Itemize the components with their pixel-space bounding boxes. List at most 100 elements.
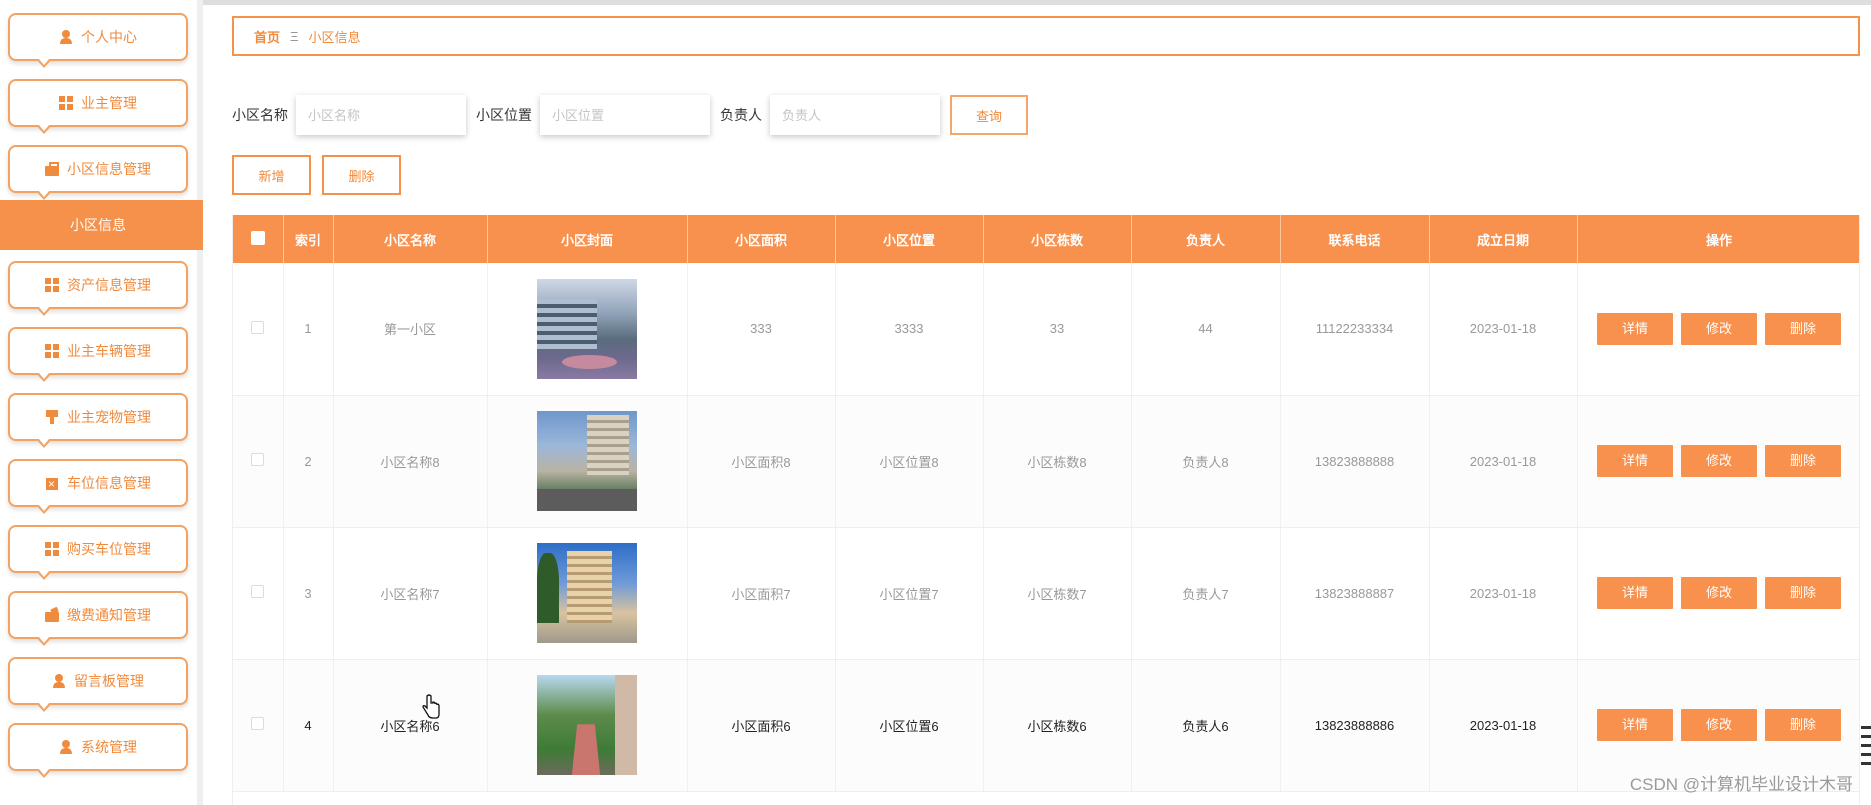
row-select-cell[interactable] bbox=[233, 263, 284, 396]
sidebar: 个人中心 业主管理 小区信息管理 小区信息 资产信息管理 业主车辆管理 业主宠物… bbox=[0, 0, 203, 805]
community-cover-image bbox=[537, 278, 637, 379]
select-all-cell[interactable] bbox=[233, 215, 284, 263]
cell-area: 333 bbox=[687, 263, 836, 396]
cell-index: 3 bbox=[283, 527, 334, 660]
community-name-input[interactable] bbox=[296, 95, 466, 135]
header-cover: 小区封面 bbox=[487, 215, 688, 263]
action-bar: 新增 删除 bbox=[232, 155, 412, 195]
table-row: 1 第一小区 333 3333 33 44 11122233334 2023-0… bbox=[233, 263, 1859, 396]
row-select-cell[interactable] bbox=[233, 395, 284, 528]
header-name: 小区名称 bbox=[333, 215, 488, 263]
community-cover-image bbox=[537, 411, 637, 511]
header-operations: 操作 bbox=[1577, 215, 1859, 263]
cell-buildings: 小区栋数6 bbox=[983, 659, 1132, 792]
cell-location: 3333 bbox=[835, 263, 984, 396]
cell-phone: 13823888888 bbox=[1280, 395, 1430, 528]
header-area: 小区面积 bbox=[687, 215, 836, 263]
delete-button[interactable]: 删除 bbox=[1765, 577, 1841, 609]
manager-input[interactable] bbox=[770, 95, 940, 135]
sidebar-item-label: 系统管理 bbox=[81, 739, 137, 755]
sidebar-item-label: 缴费通知管理 bbox=[67, 607, 151, 623]
search-bar: 小区名称 小区位置 负责人 查询 bbox=[232, 95, 1028, 135]
grid-icon bbox=[45, 278, 59, 292]
detail-button[interactable]: 详情 bbox=[1597, 445, 1673, 477]
edit-button[interactable]: 修改 bbox=[1681, 445, 1757, 477]
row-checkbox[interactable] bbox=[251, 453, 265, 466]
cell-index: 1 bbox=[283, 263, 334, 396]
breadcrumb-separator-icon: Ξ bbox=[290, 28, 299, 44]
hand-cursor-icon bbox=[422, 694, 440, 719]
sidebar-item-parking-info[interactable]: 车位信息管理 bbox=[8, 459, 188, 514]
batch-delete-button[interactable]: 删除 bbox=[322, 155, 401, 195]
user-icon bbox=[52, 674, 66, 688]
breadcrumb: 首页 Ξ 小区信息 bbox=[232, 16, 1860, 56]
detail-button[interactable]: 详情 bbox=[1597, 312, 1673, 345]
cell-operations: 详情 修改 删除 bbox=[1577, 263, 1859, 396]
breadcrumb-current: 小区信息 bbox=[308, 29, 361, 45]
delete-button[interactable]: 删除 bbox=[1765, 445, 1841, 477]
cell-date: 2023-01-18 bbox=[1429, 263, 1578, 396]
sidebar-item-parking-purchase[interactable]: 购买车位管理 bbox=[8, 525, 188, 580]
sidebar-item-label: 留言板管理 bbox=[74, 673, 144, 689]
brush-icon bbox=[45, 410, 59, 424]
header-manager: 负责人 bbox=[1131, 215, 1281, 263]
query-button[interactable]: 查询 bbox=[950, 95, 1028, 135]
cell-area: 小区面积6 bbox=[687, 659, 836, 792]
community-cover-image bbox=[537, 543, 637, 643]
add-button[interactable]: 新增 bbox=[232, 155, 311, 195]
edit-button[interactable]: 修改 bbox=[1681, 709, 1757, 741]
sidebar-item-personal-center[interactable]: 个人中心 bbox=[8, 13, 188, 68]
sidebar-item-pet-management[interactable]: 业主宠物管理 bbox=[8, 393, 188, 448]
cell-phone: 13823888886 bbox=[1280, 659, 1430, 792]
cell-manager: 44 bbox=[1131, 263, 1281, 396]
sidebar-item-label: 业主车辆管理 bbox=[67, 343, 151, 359]
cell-buildings: 33 bbox=[983, 263, 1132, 396]
edit-button[interactable]: 修改 bbox=[1681, 312, 1757, 345]
sidebar-item-message-board[interactable]: 留言板管理 bbox=[8, 657, 188, 712]
header-buildings: 小区栋数 bbox=[983, 215, 1132, 263]
cell-cover bbox=[487, 395, 688, 528]
edit-button[interactable]: 修改 bbox=[1681, 577, 1757, 609]
row-select-cell[interactable] bbox=[233, 659, 284, 792]
detail-button[interactable]: 详情 bbox=[1597, 577, 1673, 609]
clipboard-icon bbox=[45, 476, 59, 491]
sidebar-item-community-management[interactable]: 小区信息管理 bbox=[8, 145, 188, 200]
cell-index: 2 bbox=[283, 395, 334, 528]
sidebar-item-owner-management[interactable]: 业主管理 bbox=[8, 79, 188, 134]
sidebar-item-payment-notice[interactable]: 缴费通知管理 bbox=[8, 591, 188, 646]
breadcrumb-home[interactable]: 首页 bbox=[254, 27, 280, 46]
cell-name: 小区名称6 bbox=[333, 659, 488, 792]
cell-date: 2023-01-18 bbox=[1429, 527, 1578, 660]
cell-area: 小区面积7 bbox=[687, 527, 836, 660]
row-select-cell[interactable] bbox=[233, 527, 284, 660]
row-checkbox[interactable] bbox=[251, 320, 265, 334]
sidebar-item-label: 车位信息管理 bbox=[67, 475, 151, 491]
delete-button[interactable]: 删除 bbox=[1765, 709, 1841, 741]
select-all-checkbox[interactable] bbox=[250, 230, 265, 245]
header-location: 小区位置 bbox=[835, 215, 984, 263]
grid-icon bbox=[59, 96, 73, 110]
sidebar-item-label: 业主宠物管理 bbox=[67, 409, 151, 425]
user-icon bbox=[59, 30, 73, 44]
table-row: 2 小区名称8 小区面积8 小区位置8 小区栋数8 负责人8 138238888… bbox=[233, 395, 1859, 528]
community-location-input[interactable] bbox=[540, 95, 710, 135]
delete-button[interactable]: 删除 bbox=[1765, 312, 1841, 345]
table-row: 4 小区名称6 小区面积6 小区位置6 小区栋数6 负责人6 138238888… bbox=[233, 659, 1859, 792]
top-strip bbox=[203, 0, 1871, 5]
location-label: 小区位置 bbox=[476, 107, 532, 123]
cell-cover bbox=[487, 263, 688, 396]
row-checkbox[interactable] bbox=[251, 717, 265, 730]
cell-buildings: 小区栋数7 bbox=[983, 527, 1132, 660]
sidebar-item-label: 个人中心 bbox=[81, 29, 137, 45]
wallet-icon bbox=[45, 608, 59, 622]
sidebar-item-system-management[interactable]: 系统管理 bbox=[8, 723, 188, 778]
cell-name: 小区名称7 bbox=[333, 527, 488, 660]
sidebar-item-vehicle-management[interactable]: 业主车辆管理 bbox=[8, 327, 188, 382]
row-checkbox[interactable] bbox=[251, 585, 265, 598]
detail-button[interactable]: 详情 bbox=[1597, 709, 1673, 741]
sidebar-item-asset-management[interactable]: 资产信息管理 bbox=[8, 261, 188, 316]
table-header-row: 索引 小区名称 小区封面 小区面积 小区位置 小区栋数 负责人 联系电话 成立日… bbox=[233, 215, 1859, 263]
sidebar-subitem-community-info[interactable]: 小区信息 bbox=[0, 200, 203, 250]
briefcase-icon bbox=[45, 162, 59, 176]
cell-cover bbox=[487, 527, 688, 660]
